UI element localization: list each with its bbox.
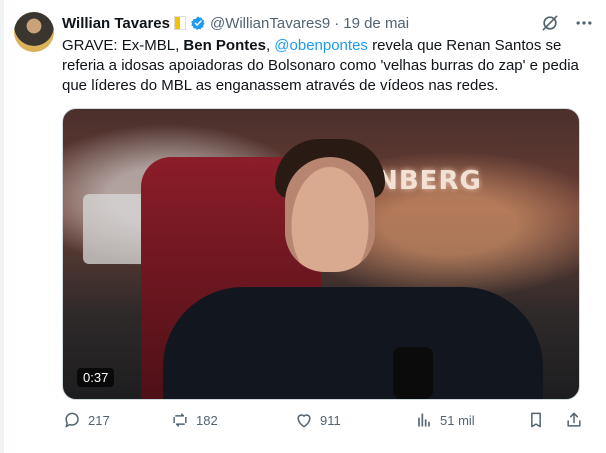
microphone-icon (393, 347, 433, 399)
tweet-text: GRAVE: Ex-MBL, Ben Pontes, @obenpontes r… (62, 36, 592, 96)
repost-icon (170, 410, 190, 430)
tweet-actions: 217 182 911 51 mil (62, 408, 584, 432)
tweet-date[interactable]: 19 de mai (343, 15, 409, 32)
separator-dot: · (334, 14, 340, 32)
like-button[interactable]: 911 (294, 410, 414, 430)
grok-icon[interactable] (540, 13, 560, 33)
reply-count: 217 (88, 412, 110, 428)
views-count: 51 mil (440, 412, 475, 428)
video-duration: 0:37 (77, 368, 115, 387)
more-icon[interactable] (574, 13, 594, 33)
share-button[interactable] (564, 410, 584, 430)
views-button[interactable]: 51 mil (414, 410, 514, 430)
views-icon (414, 410, 434, 430)
verified-badge-icon[interactable] (190, 15, 206, 31)
bookmark-button[interactable] (526, 410, 546, 430)
flag-icon (173, 16, 186, 30)
tweet-header: Willian Tavares @WillianTavares9 · 19 de… (62, 12, 594, 34)
bookmark-icon (526, 410, 546, 430)
author-name[interactable]: Willian Tavares (62, 15, 170, 32)
repost-button[interactable]: 182 (170, 410, 294, 430)
reply-button[interactable]: 217 (62, 410, 170, 430)
person-face (285, 157, 375, 272)
like-count: 911 (320, 412, 341, 428)
like-icon (294, 410, 314, 430)
tweet-text-prefix: GRAVE: Ex-MBL, (62, 37, 184, 54)
tweet-text-bold: Ben Pontes (183, 37, 266, 54)
person-body (163, 287, 543, 399)
video-player[interactable]: ONBERG 0:37 (62, 108, 580, 400)
author-handle[interactable]: @WillianTavares9 (210, 15, 330, 32)
reply-icon (62, 410, 82, 430)
tweet-card[interactable]: Willian Tavares @WillianTavares9 · 19 de… (0, 0, 606, 453)
repost-count: 182 (196, 412, 218, 428)
header-actions (540, 13, 594, 33)
mention-link[interactable]: @obenpontes (274, 37, 368, 54)
avatar[interactable] (14, 12, 54, 52)
share-icon (564, 410, 584, 430)
